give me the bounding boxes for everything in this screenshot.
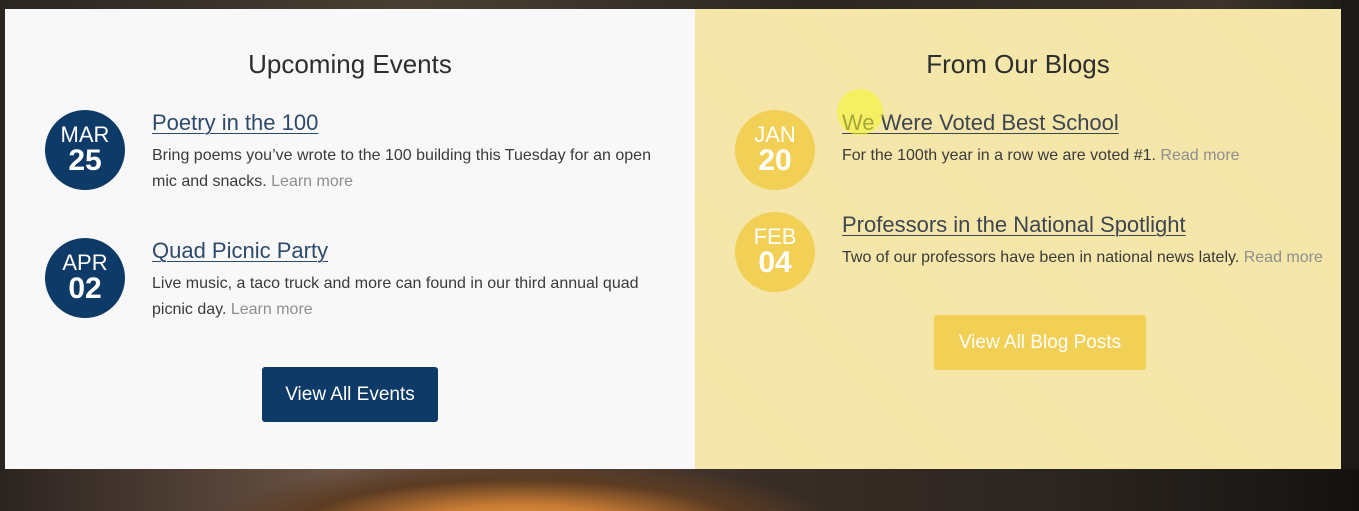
- event-item: APR 02 Quad Picnic Party Live music, a t…: [45, 238, 655, 338]
- blog-date-badge: JAN 20: [735, 110, 815, 190]
- upcoming-events-section: Upcoming Events MAR 25 Poetry in the 100…: [5, 9, 695, 469]
- blog-description-text: Two of our professors have been in natio…: [842, 249, 1244, 266]
- event-learn-more-link[interactable]: Learn more: [271, 173, 353, 190]
- blog-read-more-link[interactable]: Read more: [1244, 249, 1323, 266]
- view-all-blog-posts-button[interactable]: View All Blog Posts: [934, 315, 1146, 370]
- blog-item: FEB 04 Professors in the National Spotli…: [735, 212, 1335, 302]
- event-title-link[interactable]: Quad Picnic Party: [152, 238, 328, 264]
- event-title-link[interactable]: Poetry in the 100: [152, 110, 318, 136]
- blog-date-day: 20: [758, 144, 792, 177]
- blog-date-badge: FEB 04: [735, 212, 815, 292]
- event-date-badge: APR 02: [45, 238, 125, 318]
- event-learn-more-link[interactable]: Learn more: [231, 301, 313, 318]
- blog-description-text: For the 100th year in a row we are voted…: [842, 147, 1161, 164]
- background-image-bottom: [0, 469, 1359, 511]
- blog-description: For the 100th year in a row we are voted…: [842, 143, 1240, 169]
- blog-item: JAN 20 We Were Voted Best School For the…: [735, 110, 1335, 200]
- event-description-text: Live music, a taco truck and more can fo…: [152, 275, 639, 318]
- event-date-month: APR: [62, 250, 108, 275]
- blog-title-link[interactable]: We Were Voted Best School: [842, 110, 1119, 136]
- blog-date-month: FEB: [753, 224, 797, 249]
- blog-date-month: JAN: [754, 122, 796, 147]
- event-description-text: Bring poems you’ve wrote to the 100 buil…: [152, 147, 651, 190]
- blog-date-day: 04: [758, 246, 792, 279]
- cursor-highlight: [837, 89, 883, 135]
- event-description: Live music, a taco truck and more can fo…: [152, 271, 662, 323]
- events-section-title: Upcoming Events: [248, 49, 452, 79]
- event-date-badge: MAR 25: [45, 110, 125, 190]
- blogs-section-title: From Our Blogs: [926, 49, 1110, 79]
- blog-read-more-link[interactable]: Read more: [1160, 147, 1239, 164]
- event-date-day: 25: [68, 144, 102, 177]
- event-item: MAR 25 Poetry in the 100 Bring poems you…: [45, 110, 655, 210]
- event-date-month: MAR: [60, 122, 110, 147]
- event-description: Bring poems you’ve wrote to the 100 buil…: [152, 143, 662, 195]
- blog-description: Two of our professors have been in natio…: [842, 245, 1323, 271]
- blog-title-link[interactable]: Professors in the National Spotlight: [842, 212, 1186, 238]
- background-image-right: [1341, 0, 1359, 511]
- view-all-events-button[interactable]: View All Events: [262, 367, 438, 422]
- event-date-day: 02: [68, 272, 102, 305]
- blogs-section: From Our Blogs JAN 20 We Were Voted Best…: [695, 9, 1341, 469]
